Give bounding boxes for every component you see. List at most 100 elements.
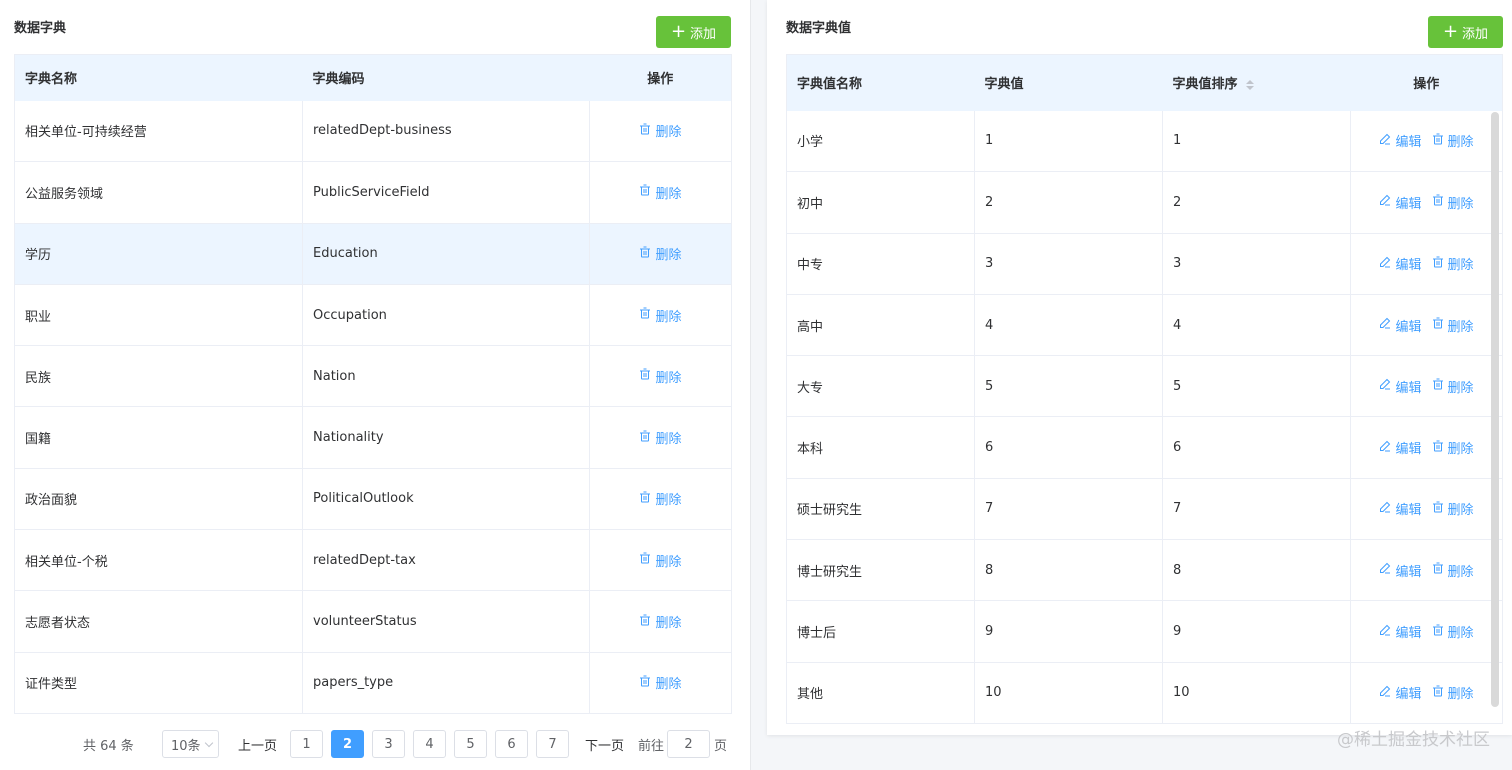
delete-button[interactable]: 删除 — [639, 489, 682, 508]
edit-button[interactable]: 编辑 — [1379, 131, 1422, 151]
table-row[interactable]: 其他 10 10 编辑 删除 — [786, 662, 1503, 724]
cell-dictionary-code: relatedDept-tax — [302, 529, 590, 592]
edit-label: 编辑 — [1395, 564, 1422, 580]
column-header-order-label: 字典值排序 — [1172, 77, 1238, 93]
cell-actions: 删除 — [589, 100, 732, 163]
add-label: 添加 — [1462, 26, 1489, 42]
dictionary-title: 数据字典 — [14, 21, 67, 36]
goto-page-input[interactable]: 2 — [667, 730, 710, 758]
cell-value: 8 — [974, 539, 1163, 602]
delete-button[interactable]: 删除 — [639, 306, 682, 325]
delete-button[interactable]: 删除 — [639, 428, 682, 447]
delete-button[interactable]: 删除 — [1432, 561, 1474, 580]
table-row[interactable]: 本科 6 6 编辑 删除 — [786, 416, 1503, 479]
table-row[interactable]: 国籍 Nationality 删除 — [14, 406, 732, 469]
edit-button[interactable]: 编辑 — [1379, 438, 1422, 457]
page-button[interactable]: 7 — [536, 730, 569, 758]
table-header-row: 字典值名称 字典值 字典值排序 操作 — [786, 54, 1503, 111]
edit-button[interactable]: 编辑 — [1379, 561, 1422, 580]
trash-icon — [1432, 562, 1444, 578]
edit-button[interactable]: 编辑 — [1379, 193, 1422, 212]
table-row[interactable]: 博士研究生 8 8 编辑 删除 — [786, 539, 1503, 602]
table-row[interactable]: 大专 5 5 编辑 删除 — [786, 355, 1503, 418]
delete-button[interactable]: 删除 — [1432, 622, 1474, 641]
table-row[interactable]: 民族 Nation 删除 — [14, 345, 732, 408]
delete-label: 删除 — [1447, 626, 1474, 642]
cell-dictionary-code: Nationality — [302, 406, 590, 469]
edit-button[interactable]: 编辑 — [1379, 254, 1422, 273]
cell-dictionary-name: 职业 — [14, 284, 303, 347]
edit-icon — [1379, 501, 1391, 517]
trash-icon — [639, 307, 651, 323]
table-row[interactable]: 高中 4 4 编辑 删除 — [786, 294, 1503, 357]
delete-button[interactable]: 删除 — [1432, 131, 1474, 150]
page-button[interactable]: 3 — [372, 730, 405, 758]
edit-button[interactable]: 编辑 — [1379, 316, 1422, 335]
cell-dictionary-code: papers_type — [302, 652, 590, 714]
table-row[interactable]: 中专 3 3 编辑 删除 — [786, 233, 1503, 295]
table-row[interactable]: 证件类型 papers_type 删除 — [14, 652, 732, 714]
cell-value: 4 — [974, 294, 1163, 357]
edit-button[interactable]: 编辑 — [1379, 622, 1422, 641]
table-scrollbar[interactable] — [1491, 112, 1499, 707]
delete-button[interactable]: 删除 — [639, 367, 682, 386]
edit-button[interactable]: 编辑 — [1379, 377, 1422, 396]
table-row[interactable]: 小学 1 1 编辑 删除 — [786, 110, 1503, 173]
cell-dictionary-name: 国籍 — [14, 406, 303, 469]
delete-button[interactable]: 删除 — [1432, 254, 1474, 273]
delete-button[interactable]: 删除 — [1432, 683, 1474, 702]
edit-button[interactable]: 编辑 — [1379, 683, 1422, 703]
delete-label: 删除 — [1447, 319, 1474, 335]
column-header-order[interactable]: 字典值排序 — [1162, 54, 1351, 111]
table-row[interactable]: 职业 Occupation 删除 — [14, 284, 732, 347]
delete-button[interactable]: 删除 — [639, 183, 682, 202]
prev-page-button[interactable]: 上一页 — [238, 730, 277, 758]
page-button[interactable]: 5 — [454, 730, 487, 758]
table-row[interactable]: 志愿者状态 volunteerStatus 删除 — [14, 590, 732, 653]
goto-label: 前往 — [638, 738, 665, 754]
cell-order: 5 — [1162, 355, 1351, 418]
edit-label: 编辑 — [1395, 687, 1422, 703]
cell-dictionary-code: relatedDept-business — [302, 100, 590, 163]
edit-button[interactable]: 编辑 — [1379, 499, 1422, 518]
delete-button[interactable]: 删除 — [1432, 438, 1474, 457]
delete-button[interactable]: 删除 — [1432, 193, 1474, 212]
cell-value-name: 博士研究生 — [786, 539, 975, 602]
delete-button[interactable]: 删除 — [639, 612, 682, 631]
delete-button[interactable]: 删除 — [639, 244, 682, 263]
add-dictionary-value-button[interactable]: + 添加 — [1428, 16, 1503, 48]
page-button-current[interactable]: 2 — [331, 730, 364, 758]
edit-label: 编辑 — [1395, 380, 1422, 396]
table-row[interactable]: 相关单位-个税 relatedDept-tax 删除 — [14, 529, 732, 592]
table-row[interactable]: 相关单位-可持续经营 relatedDept-business 删除 — [14, 100, 732, 163]
delete-button[interactable]: 删除 — [639, 551, 682, 570]
delete-button[interactable]: 删除 — [639, 673, 682, 692]
table-row[interactable]: 博士后 9 9 编辑 删除 — [786, 600, 1503, 663]
plus-icon: + — [1442, 21, 1459, 42]
delete-button[interactable]: 删除 — [639, 121, 682, 140]
delete-button[interactable]: 删除 — [1432, 316, 1474, 335]
cell-actions: 删除 — [589, 161, 732, 224]
page-button[interactable]: 6 — [495, 730, 528, 758]
cell-value: 9 — [974, 600, 1163, 663]
cell-actions: 编辑 删除 — [1350, 294, 1503, 357]
table-row[interactable]: 初中 2 2 编辑 删除 — [786, 171, 1503, 234]
page-button[interactable]: 1 — [290, 730, 323, 758]
edit-label: 编辑 — [1395, 135, 1422, 151]
trash-icon — [1432, 133, 1444, 149]
table-row[interactable]: 学历 Education 删除 — [14, 223, 732, 285]
cell-order: 6 — [1162, 416, 1351, 479]
page-size-select[interactable]: 10条 — [162, 730, 219, 758]
next-page-button[interactable]: 下一页 — [585, 730, 624, 758]
delete-button[interactable]: 删除 — [1432, 499, 1474, 518]
edit-icon — [1379, 624, 1391, 640]
delete-button[interactable]: 删除 — [1432, 377, 1474, 396]
table-row[interactable]: 硕士研究生 7 7 编辑 删除 — [786, 478, 1503, 541]
table-row[interactable]: 公益服务领域 PublicServiceField 删除 — [14, 161, 732, 224]
table-row[interactable]: 政治面貌 PoliticalOutlook 删除 — [14, 468, 732, 531]
add-dictionary-button[interactable]: + 添加 — [656, 16, 731, 48]
sort-icon[interactable] — [1246, 79, 1255, 90]
cell-dictionary-name: 证件类型 — [14, 652, 303, 714]
page-button[interactable]: 4 — [413, 730, 446, 758]
cell-dictionary-code: Nation — [302, 345, 590, 408]
